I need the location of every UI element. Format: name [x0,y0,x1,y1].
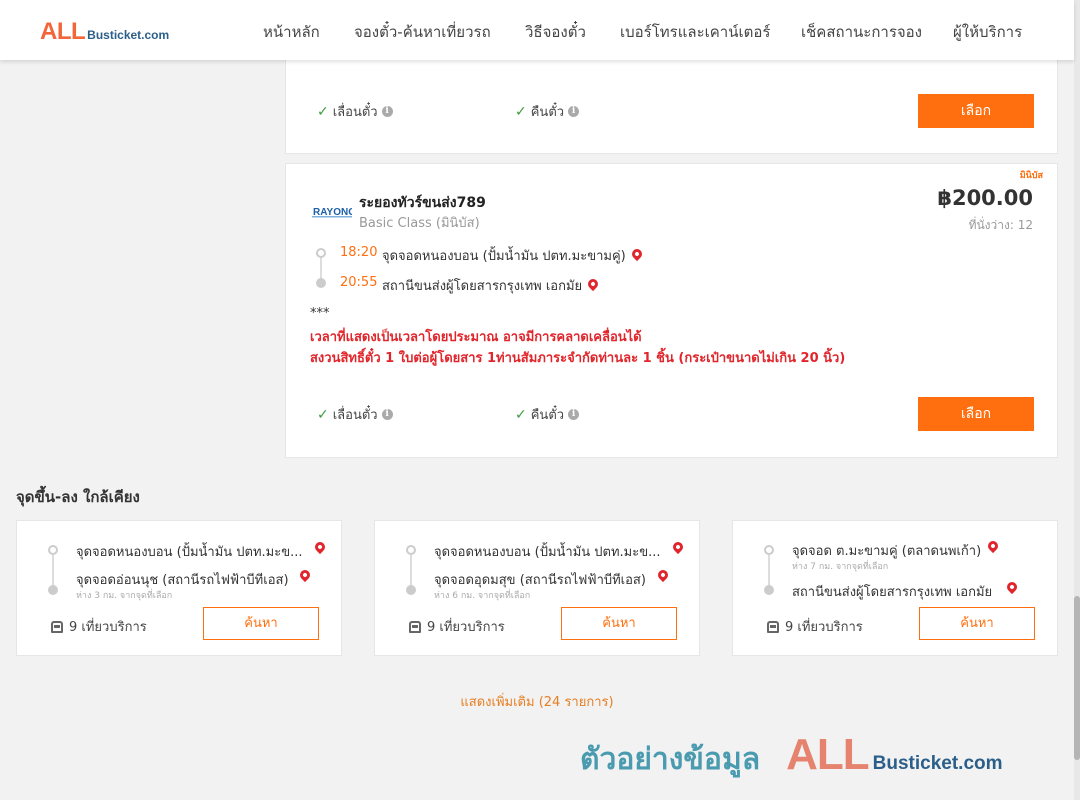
feature-change-ticket: ✓ เลื่อนตั๋ว i [317,101,393,122]
nearby-distance: ห่าง 3 กม. จากจุดที่เลือก [76,591,173,601]
trip-card-previous: ✓ เลื่อนตั๋ว i ✓ คืนตั๋ว i เลือก [285,54,1058,154]
bus-icon [409,620,421,633]
map-pin-icon[interactable] [985,538,1001,554]
check-icon: ✓ [515,103,527,120]
info-icon[interactable]: i [381,409,393,420]
feature-label: เลื่อนตั๋ว [332,408,378,423]
route-line [52,555,54,589]
map-pin-icon[interactable] [1004,579,1020,595]
watermark-domain-text: Busticket.com [872,753,1003,774]
nearby-card: จุดจอดหนองบอน (ปั้มน้ำมัน ปตท.มะข... จุด… [16,520,342,656]
nearby-from-stop: จุดจอด ต.มะขามคู่ (ตลาดนพเก้า) [792,544,982,559]
search-button[interactable]: ค้นหา [203,607,319,640]
arrive-stop: สถานีขนส่งผู้โดยสารกรุงเทพ เอกมัย [382,275,601,296]
map-pin-icon[interactable] [312,539,328,555]
check-icon: ✓ [515,406,527,423]
site-header: ALL Busticket.com หน้าหลัก จองตั๋ว-ค้นหา… [0,0,1074,60]
search-button[interactable]: ค้นหา [561,607,677,640]
nav-home[interactable]: หน้าหลัก [263,20,320,44]
nav-check-status[interactable]: เช็คสถานะการจอง [801,20,922,44]
depart-time: 18:20 [340,245,378,260]
check-icon: ✓ [317,103,329,120]
site-logo[interactable]: ALL Busticket.com [40,18,169,46]
bus-icon [767,620,779,633]
nearby-to-stop: จุดจอดอ่อนนุช (สถานีรถไฟฟ้าบีทีเอส) [76,573,289,588]
map-pin-icon[interactable] [629,246,644,262]
depart-stop-label: จุดจอดหนองบอน (ปั้มน้ำมัน ปตท.มะขามคู่) [382,249,626,264]
to-dot-icon [764,585,774,595]
arrive-stop-label: สถานีขนส่งผู้โดยสารกรุงเทพ เอกมัย [382,279,583,294]
feature-label: คืนตั๋ว [530,408,565,423]
trip-count: 9 เที่ยวบริการ [409,616,505,637]
trip-count-label: 9 เที่ยวบริการ [427,620,505,635]
from-dot-icon [406,545,416,555]
map-pin-icon[interactable] [586,276,601,292]
nearby-distance: ห่าง 6 กม. จากจุดที่เลือก [434,591,531,601]
logo-domain-text: Busticket.com [87,28,170,42]
feature-refund-ticket: ✓ คืนตั๋ว i [515,101,580,122]
arrive-time: 20:55 [340,275,378,290]
nearby-card: จุดจอด ต.มะขามคู่ (ตลาดนพเก้า) ห่าง 7 กม… [732,520,1058,656]
info-icon[interactable]: i [568,106,580,117]
arrive-dot-icon [316,278,326,288]
trip-card: มินิบัส RAYONG ระยองทัวร์ขนส่ง789 Basic … [285,163,1058,458]
map-pin-icon[interactable] [655,567,671,583]
info-icon[interactable]: i [568,409,580,420]
feature-change-ticket: ✓ เลื่อนตั๋ว i [317,404,393,425]
to-dot-icon [48,585,58,595]
depart-dot-icon [316,248,326,258]
note-time-disclaimer: เวลาที่แสดงเป็นเวลาโดยประมาณ อาจมีการคลา… [310,330,642,345]
logo-all-text: ALL [40,18,86,45]
scrollbar-thumb[interactable] [1074,596,1080,760]
trip-price: ฿200.00 [937,186,1033,210]
from-dot-icon [48,545,58,555]
show-more-link[interactable]: แสดงเพิ่มเติม (24 รายการ) [0,691,1074,712]
sample-data-watermark: ตัวอย่างข้อมูล ALL Busticket.com [580,730,1003,783]
depart-stop: จุดจอดหนองบอน (ปั้มน้ำมัน ปตท.มะขามคู่) [382,245,644,266]
trip-count: 9 เที่ยวบริการ [767,616,863,637]
map-pin-icon[interactable] [297,567,313,583]
nearby-distance: ห่าง 7 กม. จากจุดที่เลือก [792,562,889,572]
trip-count: 9 เที่ยวบริการ [51,616,147,637]
nearby-from-stop: จุดจอดหนองบอน (ปั้มน้ำมัน ปตท.มะข... [434,545,661,560]
trip-count-label: 9 เที่ยวบริการ [785,620,863,635]
nearby-section-title: จุดขึ้น-ลง ใกล้เคียง [16,488,140,506]
check-icon: ✓ [317,406,329,423]
info-icon[interactable]: i [381,106,393,117]
to-dot-icon [406,585,416,595]
nav-book-search[interactable]: จองตั๋ว-ค้นหาเที่ยวรถ [354,20,491,44]
nearby-to-stop: สถานีขนส่งผู้โดยสารกรุงเทพ เอกมัย [792,585,993,600]
note-stars: *** [310,306,330,321]
map-pin-icon[interactable] [670,539,686,555]
trip-count-label: 9 เที่ยวบริการ [69,620,147,635]
feature-label: เลื่อนตั๋ว [332,105,378,120]
from-dot-icon [764,545,774,555]
page-scrollbar[interactable] [1074,0,1080,800]
nearby-card: จุดจอดหนองบอน (ปั้มน้ำมัน ปตท.มะข... จุด… [374,520,700,656]
nearby-from-stop: จุดจอดหนองบอน (ปั้มน้ำมัน ปตท.มะข... [76,545,303,560]
route-line [410,555,412,589]
minibus-badge: มินิบัส [1019,171,1043,181]
route-line [768,555,770,589]
operator-logo-icon: RAYONG [312,204,352,218]
nav-phone-counter[interactable]: เบอร์โทรและเคาน์เตอร์ [620,20,770,44]
operator-name: ระยองทัวร์ขนส่ง789 [359,195,486,211]
watermark-thai-text: ตัวอย่างข้อมูล [580,742,761,777]
note-luggage-policy: สงวนสิทธิ์ตั๋ว 1 ใบต่อผู้โดยสาร 1ท่านสัม… [310,351,846,366]
bus-class: Basic Class (มินิบัส) [359,216,480,231]
select-button[interactable]: เลือก [918,397,1034,431]
feature-refund-ticket: ✓ คืนตั๋ว i [515,404,580,425]
nav-how-to-book[interactable]: วิธีจองตั๋ว [525,20,586,44]
seats-available: ที่นั่งว่าง: 12 [968,218,1033,232]
nav-operators[interactable]: ผู้ให้บริการ [953,20,1022,44]
nearby-to-stop: จุดจอดอุดมสุข (สถานีรถไฟฟ้าบีทีเอส) [434,573,646,588]
bus-icon [51,620,63,633]
watermark-all-text: ALL [786,730,870,779]
feature-label: คืนตั๋ว [530,105,565,120]
select-button[interactable]: เลือก [918,94,1034,128]
search-button[interactable]: ค้นหา [919,607,1035,640]
